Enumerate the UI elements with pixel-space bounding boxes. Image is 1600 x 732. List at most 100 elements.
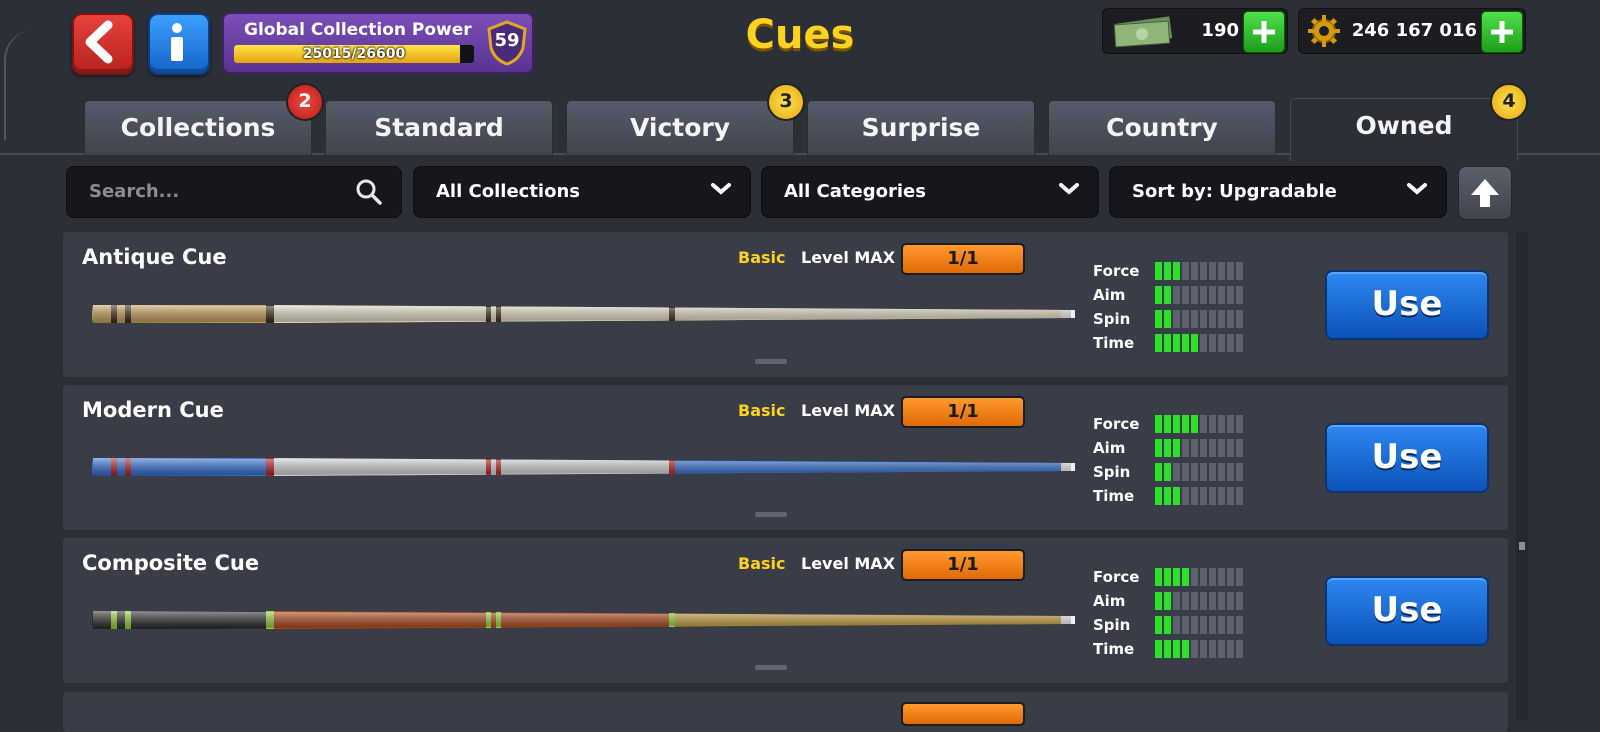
stat-label: Aim	[1093, 286, 1126, 304]
expand-handle[interactable]	[755, 665, 787, 670]
stat-segment	[1191, 568, 1198, 586]
stat-spin: Spin	[1093, 461, 1253, 485]
use-cue-button[interactable]: Use	[1325, 270, 1489, 340]
search-input[interactable]: Search...	[66, 166, 402, 218]
stat-segment	[1164, 463, 1171, 481]
stat-force: Force	[1093, 260, 1253, 284]
stat-segment	[1200, 262, 1207, 280]
use-label: Use	[1371, 437, 1443, 477]
coins-value: 246 167 016	[1351, 20, 1477, 41]
stat-segment	[1200, 616, 1207, 634]
stat-segment	[1200, 487, 1207, 505]
categories-dropdown-value: All Categories	[784, 181, 926, 202]
stat-segment	[1227, 592, 1234, 610]
stat-segment	[1173, 568, 1180, 586]
gcp-level: 59	[494, 30, 520, 51]
stat-bar	[1155, 415, 1243, 433]
stat-force: Force	[1093, 566, 1253, 590]
stat-segment	[1209, 310, 1216, 328]
stat-bar	[1155, 640, 1243, 658]
info-button[interactable]	[148, 13, 210, 75]
stat-segment	[1218, 592, 1225, 610]
stat-segment	[1191, 640, 1198, 658]
stat-segment	[1191, 262, 1198, 280]
stat-segment	[1182, 439, 1189, 457]
stat-segment	[1173, 439, 1180, 457]
stat-bar	[1155, 463, 1243, 481]
back-arrow-icon	[85, 20, 113, 64]
stat-segment	[1227, 487, 1234, 505]
sort-dropdown[interactable]: Sort by: Upgradable	[1109, 166, 1447, 218]
stat-segment	[1191, 310, 1198, 328]
use-cue-button[interactable]: Use	[1325, 576, 1489, 646]
stat-segment	[1209, 568, 1216, 586]
stat-segment	[1218, 334, 1225, 352]
stat-segment	[1182, 334, 1189, 352]
stat-segment	[1236, 334, 1243, 352]
stat-segment	[1227, 568, 1234, 586]
tab-surprise[interactable]: Surprise	[807, 100, 1035, 156]
stat-bar	[1155, 592, 1243, 610]
scrollbar-thumb[interactable]	[1519, 542, 1525, 550]
stat-segment	[1182, 568, 1189, 586]
stat-bar	[1155, 568, 1243, 586]
stat-segment	[1155, 640, 1162, 658]
global-collection-power[interactable]: Global Collection Power 25015/26600 59	[222, 12, 534, 74]
stat-bar	[1155, 262, 1243, 280]
add-cash-button[interactable]	[1243, 11, 1285, 53]
use-label: Use	[1371, 590, 1443, 630]
stat-label: Time	[1093, 487, 1135, 505]
tab-owned[interactable]: Owned	[1290, 98, 1518, 161]
coins-counter: 246 167 016	[1298, 8, 1526, 54]
tab-standard[interactable]: Standard	[325, 100, 553, 156]
cue-name: Composite Cue	[82, 551, 260, 575]
list-item-partial	[63, 692, 1508, 732]
categories-dropdown[interactable]: All Categories	[761, 166, 1099, 218]
stat-segment	[1218, 439, 1225, 457]
tab-label: Country	[1106, 113, 1218, 142]
stat-segment	[1191, 439, 1198, 457]
sort-direction-button[interactable]	[1458, 166, 1512, 220]
stat-segment	[1182, 415, 1189, 433]
stat-segment	[1236, 439, 1243, 457]
expand-handle[interactable]	[755, 359, 787, 364]
stat-segment	[1236, 568, 1243, 586]
collections-dropdown-value: All Collections	[436, 181, 580, 202]
scrollbar[interactable]	[1516, 232, 1528, 720]
cue-level: Level MAX	[801, 401, 896, 420]
tab-victory[interactable]: Victory	[566, 100, 794, 156]
stat-segment	[1191, 463, 1198, 481]
stat-segment	[1200, 334, 1207, 352]
search-icon	[356, 179, 382, 205]
tab-country[interactable]: Country	[1048, 100, 1276, 156]
stat-label: Time	[1093, 640, 1135, 658]
cue-name: Modern Cue	[82, 398, 224, 422]
stat-segment	[1164, 640, 1171, 658]
stat-segment	[1209, 262, 1216, 280]
stat-segment	[1155, 616, 1162, 634]
level-progress-bar	[901, 702, 1025, 726]
add-coins-button[interactable]	[1481, 11, 1523, 53]
arrow-up-icon	[1471, 179, 1499, 207]
stat-segment	[1164, 262, 1171, 280]
stat-segment	[1191, 592, 1198, 610]
stat-segment	[1155, 568, 1162, 586]
stat-segment	[1164, 334, 1171, 352]
stat-segment	[1209, 439, 1216, 457]
collections-dropdown[interactable]: All Collections	[413, 166, 751, 218]
stat-segment	[1164, 568, 1171, 586]
tab-collections[interactable]: Collections	[84, 100, 312, 156]
use-cue-button[interactable]: Use	[1325, 423, 1489, 493]
chevron-down-icon	[1407, 183, 1427, 195]
stat-segment	[1173, 616, 1180, 634]
stat-segment	[1218, 310, 1225, 328]
back-button[interactable]	[72, 13, 134, 75]
expand-handle[interactable]	[755, 512, 787, 517]
stat-segment	[1182, 640, 1189, 658]
stat-segment	[1191, 415, 1198, 433]
stat-spin: Spin	[1093, 308, 1253, 332]
chevron-down-icon	[1059, 183, 1079, 195]
stat-time: Time	[1093, 332, 1253, 356]
stat-segment	[1164, 592, 1171, 610]
stat-segment	[1200, 439, 1207, 457]
